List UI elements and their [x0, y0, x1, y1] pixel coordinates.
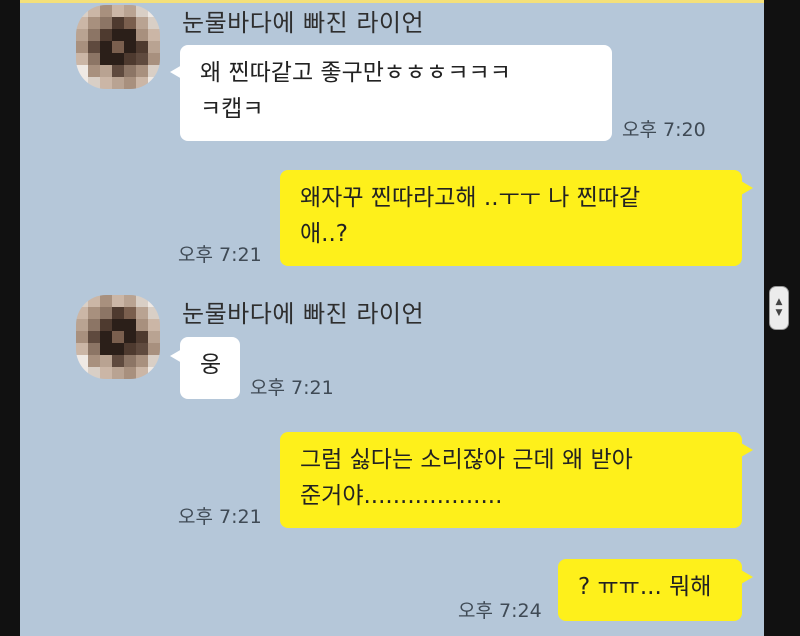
scroll-updown-icon[interactable]: ▲ ▼ [769, 286, 789, 330]
bubble-tail [741, 570, 753, 584]
message-time: 오후 7:24 [458, 600, 542, 622]
sent-message-bubble[interactable]: 그럼 싫다는 소리잖아 근데 왜 받아 준거야.................… [280, 432, 742, 528]
sender-name: 눈물바다에 빠진 라이언 [182, 300, 425, 328]
received-message-bubble[interactable]: 웅 [180, 337, 240, 399]
message-time: 오후 7:21 [178, 244, 262, 266]
sender-avatar[interactable] [76, 295, 160, 379]
received-message-bubble[interactable]: 왜 찐따같고 좋구만ㅎㅎㅎㅋㅋㅋ ㅋ캡ㅋ [180, 45, 612, 141]
sender-name: 눈물바다에 빠진 라이언 [182, 9, 425, 37]
chat-area[interactable]: 눈물바다에 빠진 라이언 왜 찐따같고 좋구만ㅎㅎㅎㅋㅋㅋ ㅋ캡ㅋ 오후 7:2… [20, 3, 764, 636]
chevron-down-icon: ▼ [775, 308, 783, 318]
message-time: 오후 7:20 [622, 119, 706, 141]
left-frame-border [0, 0, 20, 636]
sent-message-bubble[interactable]: 왜자꾸 찐따라고해 ..ㅜㅜ 나 찐따같 애..? [280, 170, 742, 266]
sent-message-bubble[interactable]: ? ㅠㅠ... 뭐해 [558, 559, 742, 621]
sender-avatar[interactable] [76, 5, 160, 89]
bubble-tail [741, 181, 753, 195]
chevron-up-icon: ▲ [775, 297, 783, 307]
message-time: 오후 7:21 [178, 506, 262, 528]
bubble-tail [741, 443, 753, 457]
message-time: 오후 7:21 [250, 377, 334, 399]
